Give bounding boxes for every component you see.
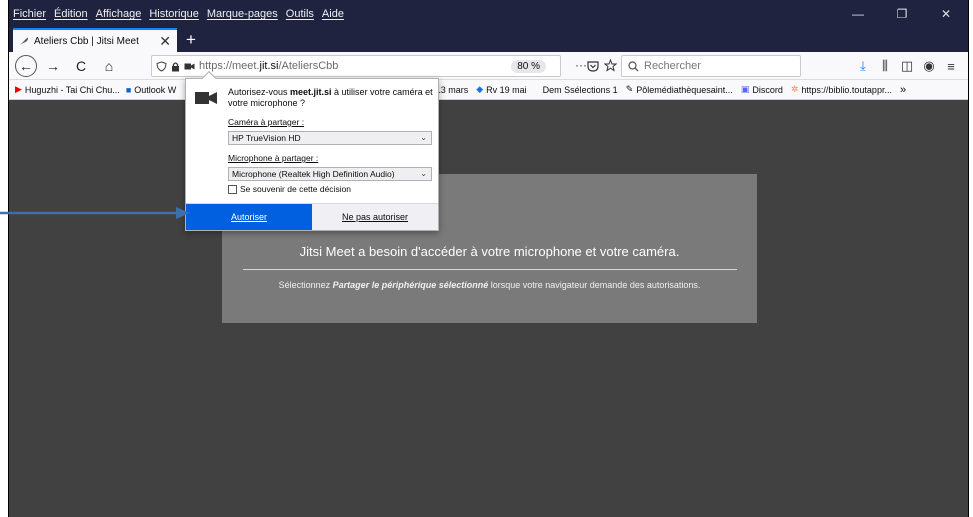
permission-popup: Autorisez-vous meet.jit.si à utiliser vo… (185, 70, 439, 231)
tab-title: Ateliers Cbb | Jitsi Meet (34, 35, 139, 47)
page-actions-icon[interactable]: ··· (575, 58, 587, 72)
bookmark-rv19[interactable]: ◆ Rv 19 mai (476, 84, 526, 95)
annotation-arrow-icon (0, 207, 190, 219)
bookmark-biblio[interactable]: ✲ https://biblio.toutappr... (791, 84, 892, 95)
youtube-icon: ▶ (15, 84, 22, 94)
url-path: /AteliersCbb (278, 60, 339, 72)
bookmark-pole[interactable]: ✎ Pôlemédiathèquesaint... (626, 84, 733, 95)
pocket-icon[interactable] (587, 60, 599, 72)
toolbar-right: ⤓ ⫼ ◫ ◉ ≡ (852, 52, 962, 80)
zoom-badge[interactable]: 80 % (511, 59, 546, 73)
menu-outils[interactable]: Outils (282, 8, 318, 20)
bookmark-label: Rv 19 mai (486, 84, 527, 95)
menu-aide[interactable]: Aide (318, 8, 348, 20)
note-emphasis: Partager le périphérique sélectionné (332, 280, 489, 290)
note-text: Sélectionnez (278, 280, 333, 290)
search-bar[interactable]: Rechercher (621, 55, 801, 77)
microphone-label: Microphone à partager : (228, 153, 319, 163)
bookmark-discord[interactable]: ▣ Discord (741, 84, 783, 95)
menu-historique[interactable]: Historique (145, 8, 203, 20)
bookmark-label: Outlook W (134, 84, 177, 95)
menu-affichage[interactable]: Affichage (92, 8, 146, 20)
menu-marque-pages[interactable]: Marque-pages (203, 8, 282, 20)
browser-window: Fichier Édition Affichage Historique Mar… (8, 0, 969, 517)
divider (242, 269, 737, 270)
camera-label: Caméra à partager : (228, 117, 305, 127)
menu-fichier[interactable]: Fichier (9, 8, 50, 20)
bookmarks-bar: ▶Huguzhi - Tai Chi Chu... ■Outlook W ◆Rv… (9, 80, 968, 100)
allow-button[interactable]: Autoriser (186, 204, 312, 230)
nav-bar: ← → C ⌂ https://meet.jit.si/AteliersCbb … (9, 52, 968, 80)
feather-icon: ✎ (625, 84, 634, 94)
back-button[interactable]: ← (15, 54, 37, 77)
bookmarks-overflow-button[interactable]: » (900, 84, 906, 96)
extension-icon[interactable]: ◉ (918, 58, 940, 74)
permission-message: Autorisez-vous meet.jit.si à utiliser vo… (228, 87, 433, 109)
bookmark-label: Discord (752, 84, 783, 95)
outlook-icon: ■ (125, 84, 132, 95)
close-window-button[interactable]: ✕ (924, 0, 968, 28)
message-text: Autorisez-vous (228, 87, 291, 97)
tab-close-icon[interactable]: ✕ (159, 33, 171, 50)
butterfly-icon: ◆ (476, 84, 484, 94)
window-controls: — ❐ ✕ (836, 0, 968, 28)
camera-select-value: HP TrueVision HD (232, 133, 301, 143)
remember-decision[interactable]: Se souvenir de cette décision (228, 184, 351, 194)
sidebar-icon[interactable]: ◫ (896, 58, 918, 74)
camera-select[interactable]: HP TrueVision HD ⌄ (228, 131, 432, 145)
url-text[interactable]: https://meet.jit.si/AteliersCbb (199, 60, 511, 72)
message-site: meet.jit.si (290, 87, 332, 97)
page-content: Jitsi Meet a besoin d'accéder à votre mi… (9, 100, 968, 517)
bookmark-outlook[interactable]: ■ Outlook W (126, 85, 176, 95)
deny-button[interactable]: Ne pas autoriser (312, 204, 438, 230)
chevron-down-icon: ⌄ (420, 169, 427, 178)
shield-icon[interactable] (156, 60, 167, 72)
discord-icon: ▣ (740, 84, 750, 94)
note-text: lorsque votre navigateur demande des aut… (488, 280, 701, 290)
bookmark-huguzhi[interactable]: ▶ Huguzhi - Tai Chi Chu... (15, 84, 120, 95)
tab-ateliers[interactable]: Ateliers Cbb | Jitsi Meet ✕ (13, 28, 177, 52)
menu-edition[interactable]: Édition (50, 8, 92, 20)
remember-label: Se souvenir de cette décision (240, 184, 352, 194)
globe-icon: ✲ (790, 84, 799, 94)
reload-button[interactable]: C (69, 54, 93, 78)
menu-bar: Fichier Édition Affichage Historique Mar… (9, 0, 968, 28)
jitsi-notice-title: Jitsi Meet a besoin d'accéder à votre mi… (299, 244, 680, 259)
bookmark-label: Huguzhi - Tai Chi Chu... (24, 84, 120, 95)
bookmark-label: Pôlemédiathèquesaint... (636, 84, 733, 95)
microphone-select-value: Microphone (Realtek High Definition Audi… (232, 169, 395, 179)
feather-icon (20, 37, 28, 45)
minimize-button[interactable]: — (836, 0, 880, 28)
download-icon[interactable]: ⤓ (852, 58, 874, 74)
search-placeholder: Rechercher (644, 60, 701, 72)
lock-icon[interactable] (171, 61, 180, 72)
microphone-select[interactable]: Microphone (Realtek High Definition Audi… (228, 167, 432, 181)
home-button[interactable]: ⌂ (97, 54, 121, 78)
bookmark-dem[interactable]: Dem Ssélections 1 (543, 85, 618, 95)
camera-icon (195, 92, 217, 104)
permission-actions: Autoriser Ne pas autoriser (186, 203, 438, 230)
menu-hamburger-icon[interactable]: ≡ (940, 59, 962, 74)
search-icon (628, 60, 639, 71)
forward-button[interactable]: → (41, 54, 65, 78)
new-tab-button[interactable]: + (181, 30, 201, 50)
url-domain: jit.si (259, 60, 279, 72)
chevron-down-icon: ⌄ (420, 133, 427, 142)
restore-button[interactable]: ❐ (880, 0, 924, 28)
library-icon[interactable]: ⫼ (874, 58, 896, 74)
bookmark-label: Dem Ssélections 1 (542, 84, 618, 95)
camera-permission-icon[interactable] (184, 62, 195, 71)
jitsi-notice-instructions: Sélectionnez Partager le périphérique sé… (222, 280, 757, 290)
bookmark-label: https://biblio.toutappr... (801, 84, 892, 95)
remember-checkbox[interactable] (228, 184, 237, 194)
bookmark-star-icon[interactable] (604, 59, 617, 72)
tab-bar: Ateliers Cbb | Jitsi Meet ✕ + (9, 28, 968, 52)
